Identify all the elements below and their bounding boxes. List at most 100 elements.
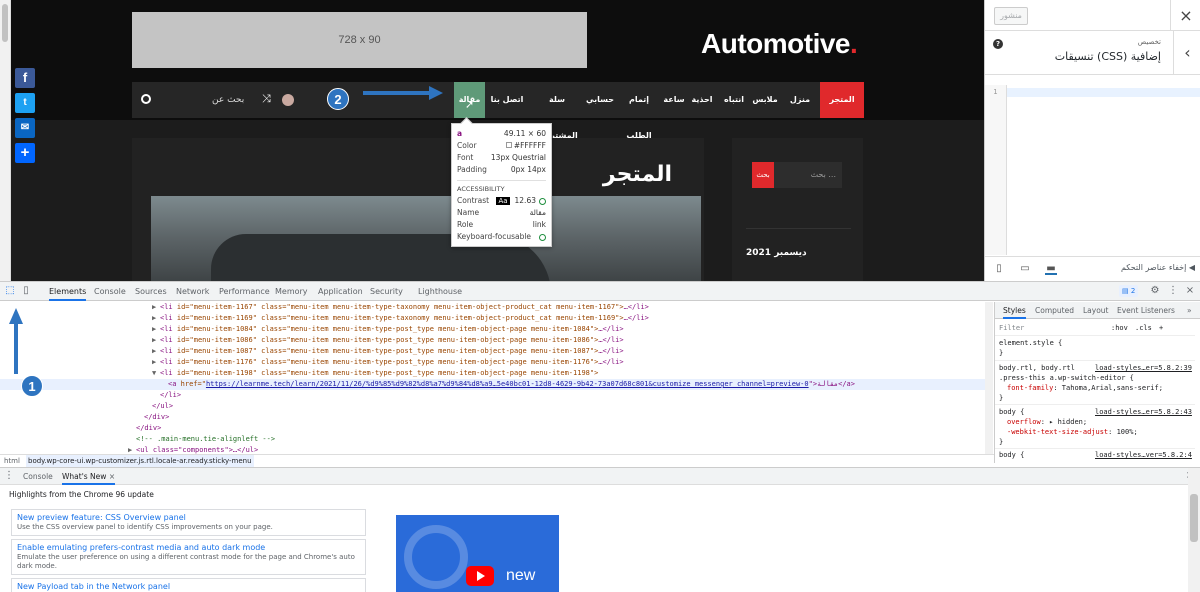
avatar[interactable] <box>282 94 294 106</box>
close-tab-icon[interactable]: × <box>109 472 115 481</box>
tab-sources[interactable]: Sources <box>135 282 167 301</box>
dom-node-line[interactable]: ▶ <li id="menu-item-1086" class="menu-ite… <box>0 335 985 346</box>
expand-triangle-icon[interactable]: ▶ <box>152 324 160 335</box>
rule-source-link[interactable]: load-styles…ver=5.8.2:4 <box>1095 450 1192 460</box>
style-declaration[interactable]: overflow: ▸ hidden; <box>1007 417 1087 427</box>
dom-node-line[interactable]: ▶ <li id="menu-item-1176" class="menu-ite… <box>0 357 985 368</box>
whats-new-card[interactable]: Enable emulating prefers-contrast media … <box>11 539 366 575</box>
nav-item-home[interactable]: منزل <box>782 82 818 118</box>
email-icon[interactable]: ✉ <box>15 118 35 138</box>
facebook-icon[interactable]: f <box>15 68 35 88</box>
nav-item-contact[interactable]: اتصل بنا <box>487 82 527 118</box>
tab-performance[interactable]: Performance <box>219 282 270 301</box>
whats-new-card[interactable]: New preview feature: CSS Overview panel … <box>11 509 366 536</box>
rule-3-selector-line[interactable]: body {load-styles…ver=5.8.2:4 <box>999 450 1199 460</box>
style-declaration[interactable]: font-family: Tahoma,Arial,sans-serif; <box>1007 383 1163 393</box>
card-title[interactable]: New Payload tab in the Network panel <box>17 581 360 592</box>
tab-overflow[interactable]: » <box>1187 302 1192 319</box>
dom-node-line[interactable]: ▶ <li id="menu-item-1087" class="menu-ite… <box>0 346 985 357</box>
nav-item-shoes[interactable]: احذية <box>688 82 716 118</box>
back-chevron-icon[interactable]: ‹ <box>1173 31 1200 75</box>
whats-new-video-thumbnail[interactable]: new <box>396 515 559 592</box>
drawer-tab-whats-new[interactable]: What's New × <box>62 468 116 485</box>
expand-triangle-icon[interactable]: ▶ <box>152 302 160 313</box>
tab-elements[interactable]: Elements <box>49 282 87 301</box>
expand-triangle-icon[interactable]: ▶ <box>152 335 160 346</box>
twitter-icon[interactable]: t <box>15 93 35 113</box>
new-rule-button[interactable]: + <box>1159 323 1163 333</box>
breadcrumb-item-active[interactable]: body.wp-core-ui.wp-customizer.js.rtl.loc… <box>26 455 254 467</box>
tab-event-listeners[interactable]: Event Listeners <box>1117 302 1175 319</box>
rule-source-link[interactable]: load-styles…er=5.8.2:39 <box>1095 363 1192 373</box>
dom-node-line[interactable]: </div> <box>0 412 985 423</box>
tab-security[interactable]: Security <box>370 282 403 301</box>
drawer-tab-console[interactable]: Console <box>23 468 53 485</box>
href-link[interactable]: https://learnme.tech/learn/2021/11/26/%d… <box>206 380 809 388</box>
drawer-menu-icon[interactable]: ⋮ <box>3 470 15 482</box>
expand-triangle-icon[interactable]: ▶ <box>152 346 160 357</box>
search-icon[interactable] <box>141 94 151 104</box>
hov-toggle[interactable]: :hov <box>1111 323 1128 333</box>
tab-lighthouse[interactable]: Lighthouse <box>418 282 462 301</box>
scrollbar-thumb[interactable] <box>1190 494 1198 542</box>
tab-styles[interactable]: Styles <box>1003 302 1026 319</box>
nav-item-account[interactable]: حسابي <box>586 82 614 118</box>
breadcrumb-item[interactable]: html <box>4 455 20 467</box>
tab-memory[interactable]: Memory <box>275 282 308 301</box>
sidebar-search-button[interactable]: بحث <box>752 162 774 188</box>
card-title[interactable]: New preview feature: CSS Overview panel <box>17 512 360 523</box>
nav-search[interactable]: بحث عن <box>212 82 244 118</box>
tab-computed[interactable]: Computed <box>1035 302 1074 319</box>
element-style-rule[interactable]: element.style { <box>999 338 1062 348</box>
settings-gear-icon[interactable]: ⚙ <box>1149 285 1161 297</box>
rule-1-selector-line[interactable]: body.rtl, body.rtl load-styles…er=5.8.2:3… <box>999 363 1199 373</box>
tab-application[interactable]: Application <box>318 282 363 301</box>
elements-tree[interactable]: ▶ <li id="menu-item-1167" class="menu-ite… <box>0 302 985 454</box>
help-icon[interactable]: ? <box>993 39 1003 49</box>
nav-item-checkout[interactable]: إتمام الطلب <box>618 82 660 140</box>
rule-2-selector-line[interactable]: body {load-styles…er=5.8.2:43 <box>999 407 1199 417</box>
tab-network[interactable]: Network <box>176 282 209 301</box>
card-title[interactable]: Enable emulating prefers-contrast media … <box>17 542 360 553</box>
product-image[interactable] <box>151 196 701 281</box>
nav-item-clothes[interactable]: ملابس <box>751 82 779 118</box>
nav-item-attention[interactable]: انتباه <box>720 82 748 118</box>
hide-controls-button[interactable]: إخفاء عناصر التحكم ◀ <box>1121 263 1195 272</box>
tablet-preview-icon[interactable]: ▭ <box>1019 263 1031 275</box>
elements-scrollbar[interactable] <box>985 302 993 454</box>
whats-new-card[interactable]: New Payload tab in the Network panel <box>11 578 366 592</box>
dom-node-line[interactable]: ▶ <li id="menu-item-1084" class="menu-ite… <box>0 324 985 335</box>
dom-node-line[interactable]: ▶ <ul class="components">…</ul> <box>0 445 985 454</box>
nav-item-cart[interactable]: سلة المشتريات <box>530 82 584 140</box>
dom-node-line[interactable]: </div> <box>0 423 985 434</box>
dom-node-line[interactable]: </ul> <box>0 401 985 412</box>
cls-toggle[interactable]: .cls <box>1135 323 1152 333</box>
dom-node-line[interactable]: ▶ <li id="menu-item-1169" class="menu-ite… <box>0 313 985 324</box>
shuffle-icon[interactable]: ⤨ <box>262 92 271 106</box>
expand-triangle-icon[interactable]: ▶ <box>152 357 160 368</box>
style-declaration[interactable]: -webkit-text-size-adjust: 100%; <box>1007 427 1138 437</box>
nav-item-watch[interactable]: ساعة <box>663 82 685 118</box>
expand-triangle-icon[interactable]: ▶ <box>128 445 136 454</box>
inspect-element-icon[interactable]: ⬚ <box>4 285 16 297</box>
issues-badge[interactable]: ▤ 2 <box>1119 285 1139 297</box>
close-icon[interactable]: × <box>1170 0 1200 31</box>
dom-node-line-selected[interactable]: <a href="https://learnme.tech/learn/2021… <box>0 379 985 390</box>
site-logo[interactable]: Automotive. <box>701 28 858 60</box>
more-options-icon[interactable]: ⋮ <box>1167 285 1179 297</box>
mobile-preview-icon[interactable]: ▯ <box>993 263 1005 275</box>
nav-item-shop[interactable]: المتجر <box>820 82 864 118</box>
publish-button[interactable]: منشور <box>994 7 1028 25</box>
scrollbar-thumb[interactable] <box>2 4 8 42</box>
rule-source-link[interactable]: load-styles…er=5.8.2:43 <box>1095 407 1192 417</box>
css-editor[interactable]: 1 <box>985 85 1200 255</box>
dom-node-line[interactable]: ▶ <li id="menu-item-1167" class="menu-ite… <box>0 302 985 313</box>
tab-console[interactable]: Console <box>94 282 126 301</box>
dom-node-line[interactable]: ▼ <li id="menu-item-1198" class="menu-ite… <box>0 368 985 379</box>
dom-node-line[interactable]: </li> <box>0 390 985 401</box>
styles-filter-input[interactable]: Filter <box>999 323 1024 333</box>
tab-layout[interactable]: Layout <box>1083 302 1109 319</box>
device-toolbar-icon[interactable]: ▯ <box>20 285 32 297</box>
drawer-scrollbar[interactable] <box>1188 468 1200 592</box>
share-icon[interactable]: + <box>15 143 35 163</box>
